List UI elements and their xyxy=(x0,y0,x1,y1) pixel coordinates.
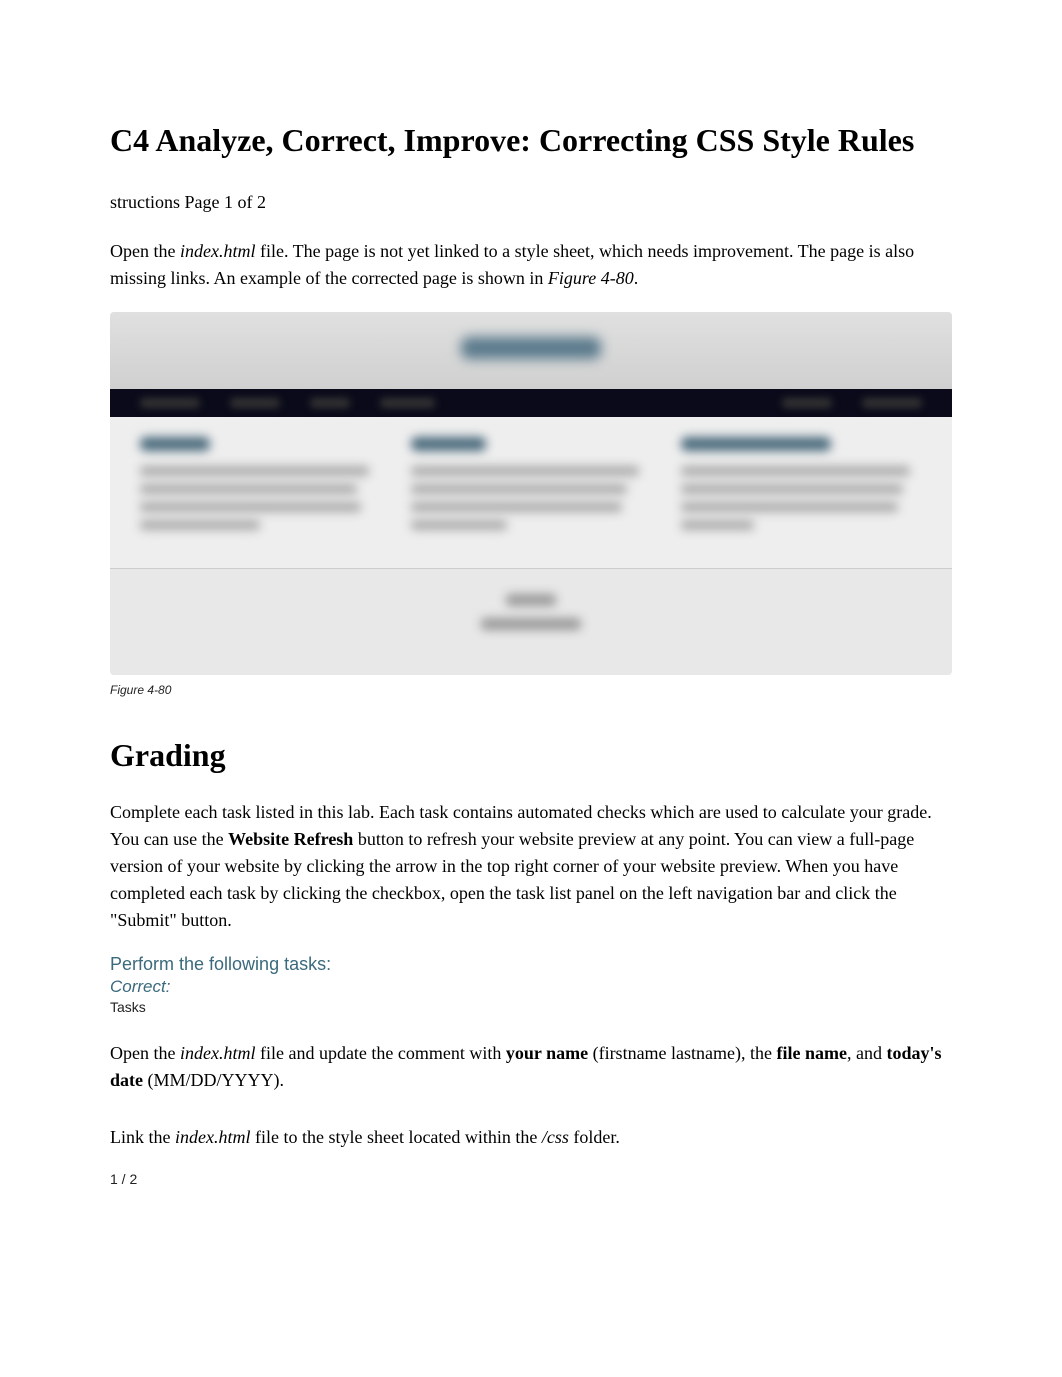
task2-text-3: folder. xyxy=(569,1127,620,1147)
intro-figure-ref: Figure 4-80 xyxy=(548,268,634,288)
intro-text-1: Open the xyxy=(110,241,180,261)
correct-label: Correct: xyxy=(110,977,952,997)
column-text-placeholder xyxy=(681,484,902,494)
nav-item-placeholder xyxy=(140,398,200,408)
task1-bold-1: your name xyxy=(506,1043,588,1063)
task1-text-5: (MM/DD/YYYY). xyxy=(143,1070,284,1090)
subtitle-text: structions Page 1 of 2 xyxy=(110,192,952,213)
figure-title-placeholder xyxy=(461,337,601,359)
nav-item-placeholder xyxy=(230,398,280,408)
task2-text-1: Link the xyxy=(110,1127,175,1147)
figure-caption: Figure 4-80 xyxy=(110,683,952,697)
figure-preview xyxy=(110,312,952,675)
task1-text-1: Open the xyxy=(110,1043,180,1063)
intro-filename: index.html xyxy=(180,241,255,261)
nav-item-placeholder xyxy=(310,398,350,408)
column-text-placeholder xyxy=(681,502,898,512)
page-number: 1 / 2 xyxy=(110,1171,952,1187)
column-text-placeholder xyxy=(140,466,369,476)
task1-file: index.html xyxy=(180,1043,255,1063)
column-heading-placeholder xyxy=(140,437,210,451)
column-text-placeholder xyxy=(411,466,640,476)
column-heading-placeholder xyxy=(411,437,486,451)
figure-column xyxy=(681,437,922,538)
task1-text-4: , and xyxy=(847,1043,887,1063)
task1-text-2: file and update the comment with xyxy=(255,1043,505,1063)
nav-item-placeholder xyxy=(782,398,832,408)
figure-column xyxy=(140,437,381,538)
grading-bold-1: Website Refresh xyxy=(228,829,353,849)
column-text-placeholder xyxy=(681,466,910,476)
tasks-label: Tasks xyxy=(110,999,952,1015)
column-text-placeholder xyxy=(411,502,623,512)
nav-item-placeholder xyxy=(380,398,435,408)
column-text-placeholder xyxy=(140,520,260,530)
column-text-placeholder xyxy=(140,502,361,512)
column-heading-placeholder xyxy=(681,437,831,451)
figure-column xyxy=(411,437,652,538)
footer-text-placeholder xyxy=(481,618,581,630)
task1-bold-2: file name xyxy=(777,1043,847,1063)
task2-file: index.html xyxy=(175,1127,250,1147)
task1-text-3: (firstname lastname), the xyxy=(588,1043,776,1063)
grading-heading: Grading xyxy=(110,737,952,774)
task2-text-2: file to the style sheet located within t… xyxy=(250,1127,541,1147)
column-text-placeholder xyxy=(411,520,507,530)
intro-text-3: . xyxy=(634,268,639,288)
column-text-placeholder xyxy=(681,520,753,530)
figure-content xyxy=(110,417,952,568)
nav-item-placeholder xyxy=(862,398,922,408)
figure-header xyxy=(110,312,952,389)
grading-paragraph: Complete each task listed in this lab. E… xyxy=(110,799,952,934)
tasks-heading: Perform the following tasks: xyxy=(110,954,952,975)
task2-folder: /css xyxy=(542,1127,569,1147)
figure-nav-bar xyxy=(110,389,952,417)
task-2-paragraph: Link the index.html file to the style sh… xyxy=(110,1124,952,1151)
figure-footer xyxy=(110,568,952,675)
page-title: C4 Analyze, Correct, Improve: Correcting… xyxy=(110,120,952,162)
column-text-placeholder xyxy=(140,484,357,494)
intro-paragraph: Open the index.html file. The page is no… xyxy=(110,238,952,292)
task-1-paragraph: Open the index.html file and update the … xyxy=(110,1040,952,1094)
column-text-placeholder xyxy=(411,484,628,494)
footer-text-placeholder xyxy=(506,594,556,606)
